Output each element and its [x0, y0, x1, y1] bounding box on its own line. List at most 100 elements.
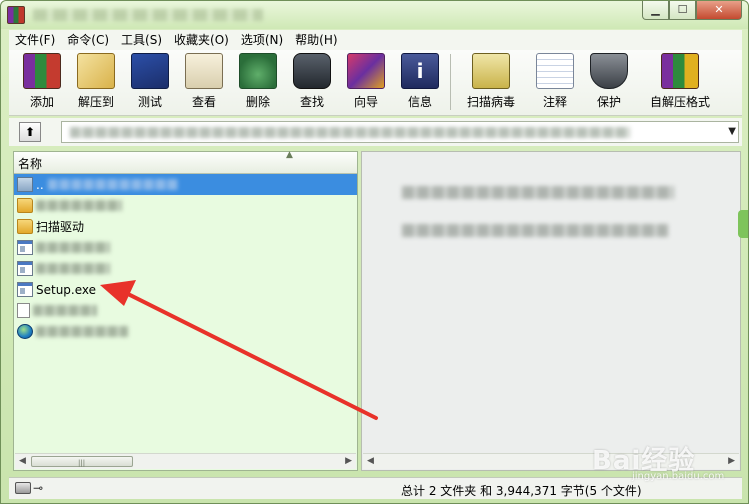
info-text-blurred	[402, 186, 674, 199]
menu-help[interactable]: 帮助(H)	[289, 30, 343, 50]
parent-folder-icon	[17, 177, 33, 192]
executable-file-icon	[17, 261, 33, 276]
file-name-blurred	[36, 326, 128, 337]
list-item-web-file[interactable]	[14, 321, 357, 342]
info-pane: ◀ ▶	[361, 151, 741, 471]
path-combobox[interactable]: ▼	[61, 121, 739, 143]
scroll-left-icon[interactable]: ◀	[19, 456, 26, 466]
baidu-jingyan-watermark: Bai经验 jingyan.baidu.com	[592, 440, 724, 482]
column-name-label: 名称	[18, 157, 43, 171]
watermark-subtext: jingyan.baidu.com	[632, 471, 725, 482]
tool-label: 查看	[191, 95, 216, 109]
file-name-blurred	[36, 200, 122, 211]
tool-label: 删除	[245, 95, 270, 109]
file-list: .. 扫描驱动 Setup.exe	[14, 174, 357, 342]
side-feedback-tab[interactable]	[738, 210, 748, 238]
tool-label: 扫描病毒	[466, 95, 515, 109]
scroll-left-icon[interactable]: ◀	[367, 456, 374, 466]
list-item-parent-folder[interactable]: ..	[14, 174, 357, 195]
menu-tools[interactable]: 工具(S)	[115, 30, 168, 50]
list-item-document[interactable]	[14, 300, 357, 321]
protect-button[interactable]: 保护	[582, 50, 636, 112]
sort-ascending-icon: ▲	[286, 150, 293, 160]
list-item-exe[interactable]	[14, 237, 357, 258]
tool-label: 向导	[353, 95, 378, 109]
scroll-right-icon[interactable]: ▶	[345, 456, 352, 466]
virus-scan-icon	[472, 53, 510, 89]
executable-file-icon	[17, 240, 33, 255]
list-item-folder[interactable]	[14, 195, 357, 216]
scrollbar-thumb[interactable]: |||	[31, 456, 133, 467]
title-bar[interactable]: ▁ ☐ ✕	[1, 1, 748, 29]
close-button[interactable]: ✕	[696, 1, 742, 20]
winrar-window: ▁ ☐ ✕ 文件(F) 命令(C) 工具(S) 收藏夹(O) 选项(N) 帮助(…	[0, 0, 749, 504]
address-bar: ⬆ ▼	[9, 118, 742, 146]
info-icon: i	[401, 53, 439, 89]
test-button[interactable]: 测试	[123, 50, 177, 112]
add-archive-icon	[23, 53, 61, 89]
tool-label: 自解压格式	[649, 95, 710, 109]
toolbar: 添加 解压到 测试 查看 删除 查找 向导 i 信息 扫描病毒 注释 保护 自解…	[9, 50, 742, 116]
add-button[interactable]: 添加	[15, 50, 69, 112]
tool-label: 保护	[596, 95, 621, 109]
list-item-setup-exe[interactable]: Setup.exe	[14, 279, 357, 300]
file-list-pane: 名称 ▲ .. 扫描驱动 Setup.exe ◀ ||| ▶	[13, 150, 358, 471]
comment-icon	[536, 53, 574, 89]
document-file-icon	[17, 303, 30, 318]
path-text-blurred	[70, 127, 630, 138]
find-button[interactable]: 查找	[285, 50, 339, 112]
up-folder-button[interactable]: ⬆	[19, 122, 41, 142]
file-name-blurred	[47, 179, 178, 190]
toolbar-separator	[450, 54, 451, 110]
window-title-blurred	[33, 9, 263, 21]
window-controls: ▁ ☐ ✕	[642, 1, 742, 20]
executable-file-icon	[17, 282, 33, 297]
wizard-button[interactable]: 向导	[339, 50, 393, 112]
column-header-name[interactable]: 名称 ▲	[14, 150, 357, 174]
maximize-button[interactable]: ☐	[669, 1, 696, 20]
key-icon: ⊸	[33, 481, 44, 495]
menu-favorites[interactable]: 收藏夹(O)	[168, 30, 235, 50]
drive-icon	[15, 482, 31, 494]
view-icon	[185, 53, 223, 89]
scroll-right-icon[interactable]: ▶	[728, 456, 735, 466]
file-name-blurred	[33, 305, 97, 316]
tool-label: 添加	[29, 95, 54, 109]
info-button[interactable]: i 信息	[393, 50, 447, 112]
virus-scan-button[interactable]: 扫描病毒	[454, 50, 528, 112]
extract-to-icon	[77, 53, 115, 89]
test-icon	[131, 53, 169, 89]
file-name: 扫描驱动	[36, 220, 85, 234]
comment-button[interactable]: 注释	[528, 50, 582, 112]
list-item-exe[interactable]	[14, 258, 357, 279]
extract-to-button[interactable]: 解压到	[69, 50, 123, 112]
horizontal-scrollbar[interactable]: ◀ ||| ▶	[15, 453, 356, 469]
delete-icon	[239, 53, 277, 89]
delete-button[interactable]: 删除	[231, 50, 285, 112]
info-text-blurred	[402, 224, 668, 237]
menu-file[interactable]: 文件(F)	[9, 30, 61, 50]
grip-icon: |||	[78, 459, 86, 467]
sfx-button[interactable]: 自解压格式	[636, 50, 724, 112]
sfx-icon	[661, 53, 699, 89]
folder-icon	[17, 219, 33, 234]
tool-label: 信息	[407, 95, 432, 109]
file-name: Setup.exe	[36, 282, 97, 297]
view-button[interactable]: 查看	[177, 50, 231, 112]
status-text: 总计 2 文件夹 和 3,944,371 字节(5 个文件)	[401, 484, 642, 498]
list-item-folder[interactable]: 扫描驱动	[14, 216, 357, 237]
menu-options[interactable]: 选项(N)	[235, 30, 289, 50]
minimize-button[interactable]: ▁	[642, 1, 669, 20]
tool-label: 查找	[299, 95, 324, 109]
file-name-blurred	[36, 242, 110, 253]
menu-commands[interactable]: 命令(C)	[61, 30, 115, 50]
tool-label: 注释	[542, 95, 567, 109]
file-name: ..	[36, 177, 44, 192]
file-name-blurred	[36, 263, 110, 274]
globe-file-icon	[17, 324, 33, 339]
tool-label: 解压到	[77, 95, 114, 109]
dropdown-arrow-icon[interactable]: ▼	[728, 126, 736, 137]
wizard-icon	[347, 53, 385, 89]
protect-icon	[590, 53, 628, 89]
winrar-app-icon	[7, 6, 25, 24]
